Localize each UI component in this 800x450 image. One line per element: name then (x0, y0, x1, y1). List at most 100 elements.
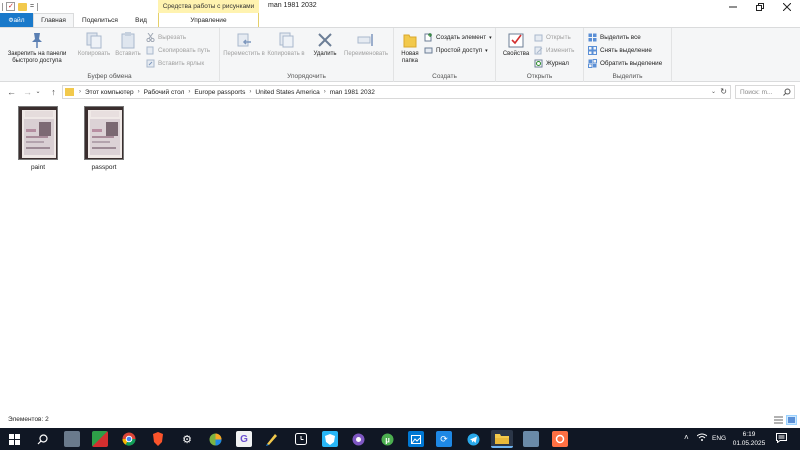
app-orange-icon[interactable] (552, 431, 568, 447)
app-red-green-icon[interactable] (92, 431, 108, 447)
tab-file[interactable]: Файл (0, 13, 33, 27)
new-folder-qat-icon[interactable] (18, 2, 27, 11)
notifications-icon[interactable] (776, 433, 787, 445)
restore-button[interactable] (746, 0, 773, 13)
move-to-button[interactable]: Переместить в (222, 31, 266, 58)
properties-button[interactable]: Свойства (500, 31, 532, 58)
minimize-button[interactable] (719, 0, 746, 13)
chrome-icon[interactable] (121, 431, 137, 447)
app-sync-icon[interactable]: ⟳ (436, 431, 452, 447)
app-window-icon[interactable] (523, 431, 539, 447)
settings-gear-icon[interactable]: ⚙ (179, 431, 195, 447)
tab-view[interactable]: Вид (126, 13, 156, 27)
address-dropdown-icon[interactable]: ⌄ (711, 88, 716, 95)
breadcrumb-this-pc[interactable]: Этот компьютер (83, 89, 136, 96)
properties-qat-icon[interactable]: ✓ (6, 2, 15, 11)
ribbon-tabs: Файл Главная Поделиться Вид Управление (0, 13, 800, 27)
tab-home[interactable]: Главная (33, 13, 74, 27)
close-button[interactable] (773, 0, 800, 13)
group-open: Свойства Открыть Изменить Журнал Открыть (496, 28, 584, 82)
language-indicator[interactable]: ENG (712, 435, 726, 442)
window-title: man 1981 2032 (268, 2, 317, 9)
new-folder-button[interactable]: Новая папка (397, 31, 423, 65)
cut-label: Вырезать (158, 34, 187, 41)
group-label-clipboard: Буфер обмена (87, 73, 132, 80)
edit-icon (534, 46, 543, 55)
history-label: Журнал (546, 60, 569, 67)
edit-button[interactable]: Изменить (534, 45, 574, 56)
copy-to-label: Копировать в (267, 51, 305, 57)
copy-path-button[interactable]: Скопировать путь (146, 45, 210, 56)
file-list[interactable]: paint passport (0, 100, 800, 412)
recent-locations-button[interactable]: ⌄ (34, 85, 42, 98)
new-item-icon (424, 33, 433, 42)
chevron-down-icon: ▾ (489, 34, 492, 41)
brave-icon[interactable] (150, 431, 166, 447)
copy-to-button[interactable]: Копировать в (266, 31, 306, 58)
breadcrumb-united-states-america[interactable]: United States America (253, 89, 321, 96)
history-button[interactable]: Журнал (534, 58, 569, 69)
qat-customize-button[interactable]: = (30, 3, 34, 10)
tray-overflow-icon[interactable]: ˄ (684, 433, 689, 442)
new-folder-icon (401, 31, 419, 49)
group-clipboard: Закрепить на панели быстрого доступа Коп… (0, 28, 220, 82)
open-icon (534, 33, 543, 42)
copy-to-icon (277, 31, 295, 49)
utorrent-icon[interactable]: µ (379, 431, 395, 447)
breadcrumb-current-folder[interactable]: man 1981 2032 (328, 89, 377, 96)
pin-label: Закрепить на панели быстрого доступа (7, 51, 67, 64)
pin-icon (28, 31, 46, 49)
search-taskbar-button[interactable] (34, 431, 50, 447)
select-all-button[interactable]: Выделить все (588, 32, 641, 43)
large-icons-view-button[interactable] (786, 415, 797, 425)
clock-time: 6:19 (742, 431, 756, 438)
network-icon[interactable] (696, 433, 708, 443)
photos-app-icon[interactable] (408, 431, 424, 447)
delete-button[interactable]: Удалить (308, 31, 342, 58)
refresh-icon[interactable]: ↻ (720, 87, 727, 96)
select-none-button[interactable]: Снять выделение (588, 45, 652, 56)
pin-to-quick-access-button[interactable]: Закрепить на панели быстрого доступа (2, 31, 72, 65)
search-input[interactable]: Поиск: m... (735, 85, 795, 99)
tab-manage[interactable]: Управление (158, 13, 259, 27)
paste-shortcut-button[interactable]: Вставить ярлык (146, 58, 204, 69)
invert-selection-label: Обратить выделение (600, 60, 663, 67)
clock[interactable]: 6:19 01.05.2025 (730, 430, 768, 448)
app-colorful-icon[interactable] (207, 431, 223, 447)
select-all-label: Выделить все (600, 34, 641, 41)
address-bar[interactable]: › Этот компьютер › Рабочий стол › Europe… (62, 85, 731, 99)
invert-selection-button[interactable]: Обратить выделение (588, 58, 662, 69)
breadcrumb-europe-passports[interactable]: Europe passports (192, 89, 247, 96)
app-g-icon[interactable]: G (236, 431, 252, 447)
context-tab-group-label: Средства работы с рисунками (158, 0, 259, 13)
image-thumbnail (84, 106, 124, 160)
new-item-button[interactable]: Создать элемент ▾ (424, 32, 492, 43)
task-view-icon[interactable] (64, 431, 80, 447)
app-clock-icon[interactable] (293, 431, 309, 447)
up-button[interactable]: ↑ (47, 85, 60, 98)
paste-button[interactable]: Вставить (112, 31, 144, 58)
open-label: Открыть (546, 34, 571, 41)
telegram-icon[interactable] (465, 431, 481, 447)
copy-button[interactable]: Копировать (74, 31, 114, 58)
explorer-icon (2, 2, 3, 11)
app-brush-icon[interactable] (264, 431, 280, 447)
scissors-icon (146, 32, 155, 43)
app-shield-icon[interactable] (322, 431, 338, 447)
file-item-passport[interactable]: passport (79, 106, 129, 174)
details-view-button[interactable] (773, 415, 784, 425)
easy-access-button[interactable]: Простой доступ ▾ (424, 45, 488, 56)
open-button[interactable]: Открыть (534, 32, 571, 43)
cut-button[interactable]: Вырезать (146, 32, 186, 43)
back-button[interactable]: ← (5, 85, 18, 98)
rename-button[interactable]: Переименовать (340, 31, 392, 58)
arrow-up-icon: ↑ (51, 86, 56, 97)
start-button[interactable] (6, 431, 22, 447)
file-explorer-icon[interactable] (491, 430, 513, 448)
tab-share[interactable]: Поделиться (76, 13, 124, 27)
app-purple-icon[interactable] (350, 431, 366, 447)
group-label-open: Открыть (526, 73, 553, 80)
file-item-paint[interactable]: paint (13, 106, 63, 174)
forward-button[interactable]: → (21, 85, 34, 98)
breadcrumb-desktop[interactable]: Рабочий стол (142, 89, 187, 96)
